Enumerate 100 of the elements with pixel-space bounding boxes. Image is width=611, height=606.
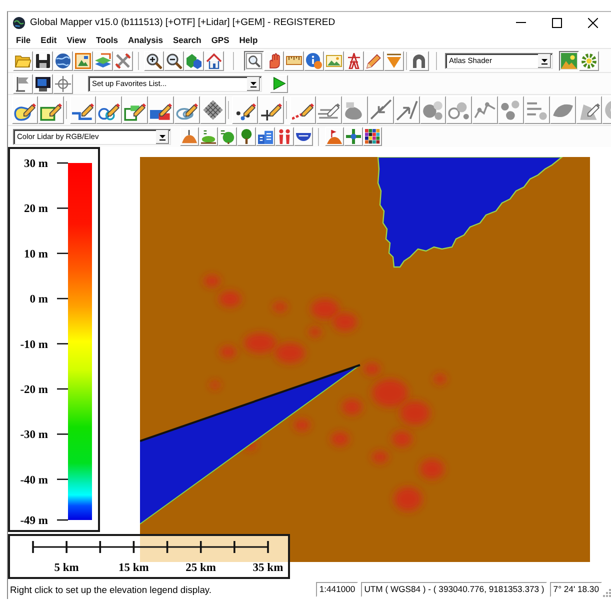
caret-icon bbox=[538, 54, 551, 68]
layers-icon bbox=[95, 52, 111, 68]
home-icon bbox=[206, 52, 222, 68]
mound-icon bbox=[182, 129, 197, 144]
menu-item[interactable]: Help bbox=[239, 34, 258, 47]
elevation-patch bbox=[434, 374, 446, 384]
legend-tick bbox=[57, 343, 68, 344]
funnel-icon bbox=[386, 52, 402, 68]
elevation-patch bbox=[392, 431, 412, 447]
menu-item[interactable]: Edit bbox=[40, 34, 57, 47]
scale-label: 35 km bbox=[252, 562, 284, 574]
zoom-in-icon bbox=[146, 52, 162, 68]
minimize-icon bbox=[516, 22, 526, 23]
elevation-patch bbox=[331, 432, 349, 446]
save-icon bbox=[35, 52, 51, 68]
crossed-tools-icon bbox=[115, 52, 131, 68]
scale-label: 15 km bbox=[118, 562, 149, 574]
arrows-icon bbox=[396, 99, 418, 121]
menu-item[interactable]: Tools bbox=[96, 34, 118, 47]
caret-icon bbox=[247, 76, 260, 90]
hexagons-icon bbox=[186, 52, 202, 68]
ruler-icon bbox=[286, 56, 302, 65]
elevation-patch bbox=[273, 302, 287, 312]
scale-readout: 1:441000 bbox=[316, 582, 358, 597]
elevation-patch bbox=[400, 401, 430, 425]
legend-label: -10 m bbox=[20, 338, 48, 351]
elevation-patch bbox=[204, 275, 220, 287]
menu-item[interactable]: View bbox=[66, 34, 86, 47]
elevation-patch bbox=[294, 419, 310, 431]
legend-label: -30 m bbox=[20, 429, 48, 442]
legend-tick bbox=[57, 298, 68, 300]
zoom-out-icon bbox=[166, 52, 182, 68]
landscape-icon bbox=[561, 52, 577, 68]
arch-icon bbox=[411, 52, 427, 68]
elevation-patch bbox=[333, 313, 357, 331]
legend-tick bbox=[57, 388, 68, 390]
elevation-patch bbox=[220, 346, 236, 358]
elevation-patch bbox=[372, 451, 388, 463]
grid-diamond-icon bbox=[202, 99, 224, 121]
elevation-patch bbox=[420, 459, 444, 479]
elevation-patch bbox=[309, 327, 321, 337]
tower-icon bbox=[346, 52, 362, 68]
globe-icon bbox=[55, 52, 71, 68]
arrows-icon bbox=[370, 99, 392, 121]
window-title: Global Mapper v15.0 (b111513) [+OTF] [+Lidar] [+GEM] - REGISTERED bbox=[30, 16, 336, 28]
toolbar-button[interactable] bbox=[244, 50, 264, 70]
monitor-icon bbox=[35, 76, 51, 92]
elevation-patch bbox=[275, 343, 305, 363]
legend-tick bbox=[57, 162, 68, 164]
tree-icon bbox=[239, 129, 254, 144]
framed-picture-icon bbox=[75, 52, 91, 68]
legend-tick bbox=[57, 519, 68, 521]
legend-label: 20 m bbox=[24, 203, 48, 216]
legend-tick bbox=[57, 478, 68, 480]
circles-icon bbox=[422, 99, 444, 121]
globe-icon bbox=[13, 16, 25, 28]
cross-icon bbox=[346, 129, 361, 144]
water-bowl-icon bbox=[296, 132, 311, 140]
menu-item[interactable]: Search bbox=[172, 34, 202, 47]
legend-label: -40 m bbox=[20, 474, 48, 486]
building-icon bbox=[258, 129, 273, 144]
legend-label: 30 m bbox=[24, 158, 48, 170]
play-button[interactable] bbox=[270, 74, 288, 92]
color-grid-icon bbox=[365, 129, 380, 144]
menu-item[interactable]: Analysis bbox=[128, 34, 163, 47]
legend-label: 0 m bbox=[30, 294, 48, 306]
menu-item[interactable]: File bbox=[16, 34, 31, 47]
mound-flag-icon bbox=[327, 129, 342, 144]
legend-tick bbox=[57, 434, 68, 435]
legend-tick bbox=[57, 252, 68, 254]
scale-label: 25 km bbox=[186, 562, 216, 574]
open-folder-icon bbox=[15, 52, 31, 68]
magnifier-icon bbox=[246, 52, 262, 68]
flag-icon bbox=[15, 76, 31, 92]
dots-icon bbox=[500, 99, 522, 121]
menu-item[interactable]: GPS bbox=[211, 34, 230, 47]
coordinate-readout: UTM ( WGS84 ) - ( 393040.776, 9181353.373 ) bbox=[361, 582, 548, 597]
elevation-patch bbox=[244, 333, 276, 353]
caret-icon bbox=[156, 130, 169, 144]
gear-icon bbox=[581, 52, 597, 68]
bush-icon bbox=[220, 129, 235, 144]
scale-label: 5 km bbox=[54, 562, 79, 574]
shrub-icon bbox=[201, 129, 216, 144]
elevation-patch bbox=[219, 291, 241, 307]
elevation-patch bbox=[364, 363, 380, 375]
legend-label: -49 m bbox=[20, 515, 48, 527]
pencil-icon bbox=[366, 52, 382, 68]
info-icon bbox=[306, 52, 322, 68]
elevation-patch bbox=[394, 487, 422, 511]
status-text: Right click to set up the elevation legend display. bbox=[9, 584, 212, 596]
people-icon bbox=[277, 129, 292, 144]
play-icon bbox=[272, 77, 286, 90]
crosshair-icon bbox=[55, 76, 71, 92]
elevation-patch bbox=[372, 379, 408, 407]
close-icon bbox=[588, 18, 598, 28]
elevation-patch bbox=[342, 399, 362, 415]
maximize-icon bbox=[552, 18, 562, 28]
legend-label: -20 m bbox=[20, 384, 48, 396]
elevation-patch bbox=[311, 299, 339, 319]
legend-tick bbox=[57, 208, 68, 209]
